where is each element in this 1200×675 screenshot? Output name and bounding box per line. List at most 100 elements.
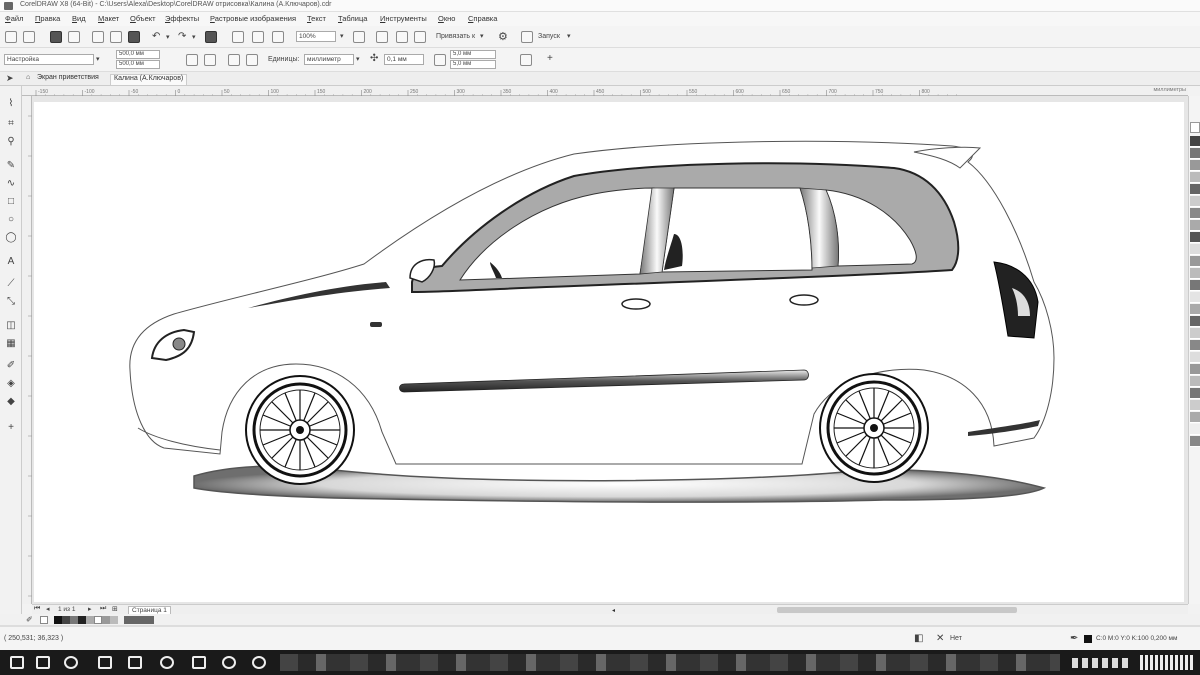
rear-wheel[interactable]: [819, 373, 929, 483]
ellipse-tool-icon[interactable]: ○: [5, 214, 17, 226]
show-grid-icon[interactable]: [396, 31, 408, 43]
shape-tool-icon[interactable]: ⌇: [5, 98, 17, 110]
next-page-icon[interactable]: ▸: [88, 605, 92, 613]
open-folder-icon[interactable]: [23, 31, 35, 43]
car-drawing[interactable]: [34, 102, 1184, 602]
swatch-10[interactable]: [1190, 244, 1200, 255]
menu-layout[interactable]: Макет: [98, 14, 119, 23]
vertical-ruler[interactable]: [22, 96, 32, 604]
nudge-distance-field[interactable]: 0,1 мм: [384, 54, 424, 65]
snap-to-label[interactable]: Привязать к: [436, 33, 475, 40]
fill-icon[interactable]: ◧: [914, 633, 923, 644]
add-guideline-icon[interactable]: +: [547, 53, 553, 64]
rectangle-tool-icon[interactable]: □: [5, 196, 17, 208]
print-icon[interactable]: [68, 31, 80, 43]
page-preset-select[interactable]: Настройка: [4, 54, 94, 65]
menu-file[interactable]: Файл: [5, 14, 23, 23]
full-screen-icon[interactable]: [353, 31, 365, 43]
show-guidelines-icon[interactable]: [414, 31, 426, 43]
transparency-icon[interactable]: ▦: [5, 338, 17, 350]
save-icon[interactable]: [50, 31, 62, 43]
outline-color-swatch[interactable]: [1084, 635, 1092, 643]
cut-icon[interactable]: [92, 31, 104, 43]
menu-window[interactable]: Окно: [438, 14, 455, 23]
menu-edit[interactable]: Правка: [35, 14, 60, 23]
doc-swatch-7[interactable]: [102, 616, 110, 624]
first-page-icon[interactable]: ⏮: [34, 605, 40, 613]
menu-table[interactable]: Таблица: [338, 14, 367, 23]
taskbar-running-apps[interactable]: [280, 654, 1060, 671]
redo-dropdown-icon[interactable]: ▾: [192, 33, 196, 41]
launch-icon[interactable]: [521, 31, 533, 43]
zoom-tool-icon[interactable]: ⚲: [5, 136, 17, 148]
page-width-field[interactable]: 500,0 мм: [116, 50, 160, 59]
treat-as-filled-icon[interactable]: [520, 54, 532, 66]
swatch-8[interactable]: [1190, 220, 1200, 231]
doc-swatch-9[interactable]: [124, 616, 154, 624]
menu-help[interactable]: Справка: [468, 14, 497, 23]
menu-text[interactable]: Текст: [307, 14, 326, 23]
swatch-4[interactable]: [1190, 172, 1200, 183]
swatch-6[interactable]: [1190, 196, 1200, 207]
doc-swatch-6[interactable]: [94, 616, 102, 624]
undo-icon[interactable]: ↶: [152, 31, 160, 42]
tab-document-kalina[interactable]: Калина (А.Ключаров): [110, 74, 188, 85]
text-tool-icon[interactable]: A: [5, 256, 17, 268]
start-button-icon[interactable]: [10, 656, 24, 669]
undo-dropdown-icon[interactable]: ▾: [166, 33, 170, 41]
front-wheel[interactable]: [245, 375, 355, 485]
launch-label[interactable]: Запуск: [538, 33, 560, 40]
polygon-tool-icon[interactable]: ◯: [5, 232, 17, 244]
swatch-20[interactable]: [1190, 364, 1200, 375]
interactive-fill-icon[interactable]: ◈: [5, 378, 17, 390]
menu-object[interactable]: Объект: [130, 14, 156, 23]
swatch-22[interactable]: [1190, 388, 1200, 399]
outline-pen-icon[interactable]: ✒: [1070, 633, 1078, 644]
horizontal-scrollbar-thumb[interactable]: [777, 607, 1017, 613]
swatch-12[interactable]: [1190, 268, 1200, 279]
menu-tools[interactable]: Инструменты: [380, 14, 427, 23]
duplicate-x-field[interactable]: 5,0 мм: [450, 50, 496, 59]
menu-view[interactable]: Вид: [72, 14, 86, 23]
import-icon[interactable]: [232, 31, 244, 43]
swatch-15[interactable]: [1190, 304, 1200, 315]
pick-tool-icon[interactable]: ➤: [6, 73, 14, 84]
taskbar-app-7-icon[interactable]: [222, 656, 236, 669]
swatch-14[interactable]: [1190, 292, 1200, 303]
parallel-dimension-icon[interactable]: ⟋: [5, 278, 17, 290]
taskbar-app-3-icon[interactable]: [98, 656, 112, 669]
swatch-9[interactable]: [1190, 232, 1200, 243]
swatch-11[interactable]: [1190, 256, 1200, 267]
swatch-1[interactable]: [1190, 136, 1200, 147]
swatch-17[interactable]: [1190, 328, 1200, 339]
swatch-2[interactable]: [1190, 148, 1200, 159]
last-page-icon[interactable]: ⏭: [100, 605, 106, 613]
swatch-13[interactable]: [1190, 280, 1200, 291]
system-tray-icons[interactable]: [1072, 658, 1132, 668]
no-fill-icon[interactable]: ✕: [936, 633, 944, 644]
menu-effects[interactable]: Эффекты: [165, 14, 199, 23]
drawing-canvas[interactable]: [32, 96, 1188, 604]
copy-icon[interactable]: [110, 31, 122, 43]
show-rulers-icon[interactable]: [376, 31, 388, 43]
add-tool-icon[interactable]: +: [5, 422, 17, 434]
freehand-tool-icon[interactable]: ✎: [5, 160, 17, 172]
swatch-24[interactable]: [1190, 412, 1200, 423]
doc-swatch-8[interactable]: [110, 616, 118, 624]
launch-dropdown-icon[interactable]: ▾: [567, 32, 571, 40]
taskbar-search-icon[interactable]: [64, 656, 78, 669]
side-indicator[interactable]: [370, 322, 382, 327]
document-page[interactable]: [34, 102, 1184, 602]
horizontal-ruler[interactable]: -150 -100 -50 0 50 100 150 200 250 300 350 400 450 50…: [22, 86, 1188, 96]
export-icon[interactable]: [252, 31, 264, 43]
prev-page-icon[interactable]: ◂: [46, 605, 50, 613]
swatch-23[interactable]: [1190, 400, 1200, 411]
menu-bitmaps[interactable]: Растровые изображения: [210, 14, 296, 23]
front-door-handle[interactable]: [621, 298, 651, 310]
taskbar-app-6-icon[interactable]: [192, 656, 206, 669]
units-select[interactable]: миллиметр: [304, 54, 354, 65]
duplicate-y-field[interactable]: 5,0 мм: [450, 60, 496, 69]
smart-fill-icon[interactable]: ◆: [5, 396, 17, 408]
swatch-16[interactable]: [1190, 316, 1200, 327]
swatch-21[interactable]: [1190, 376, 1200, 387]
